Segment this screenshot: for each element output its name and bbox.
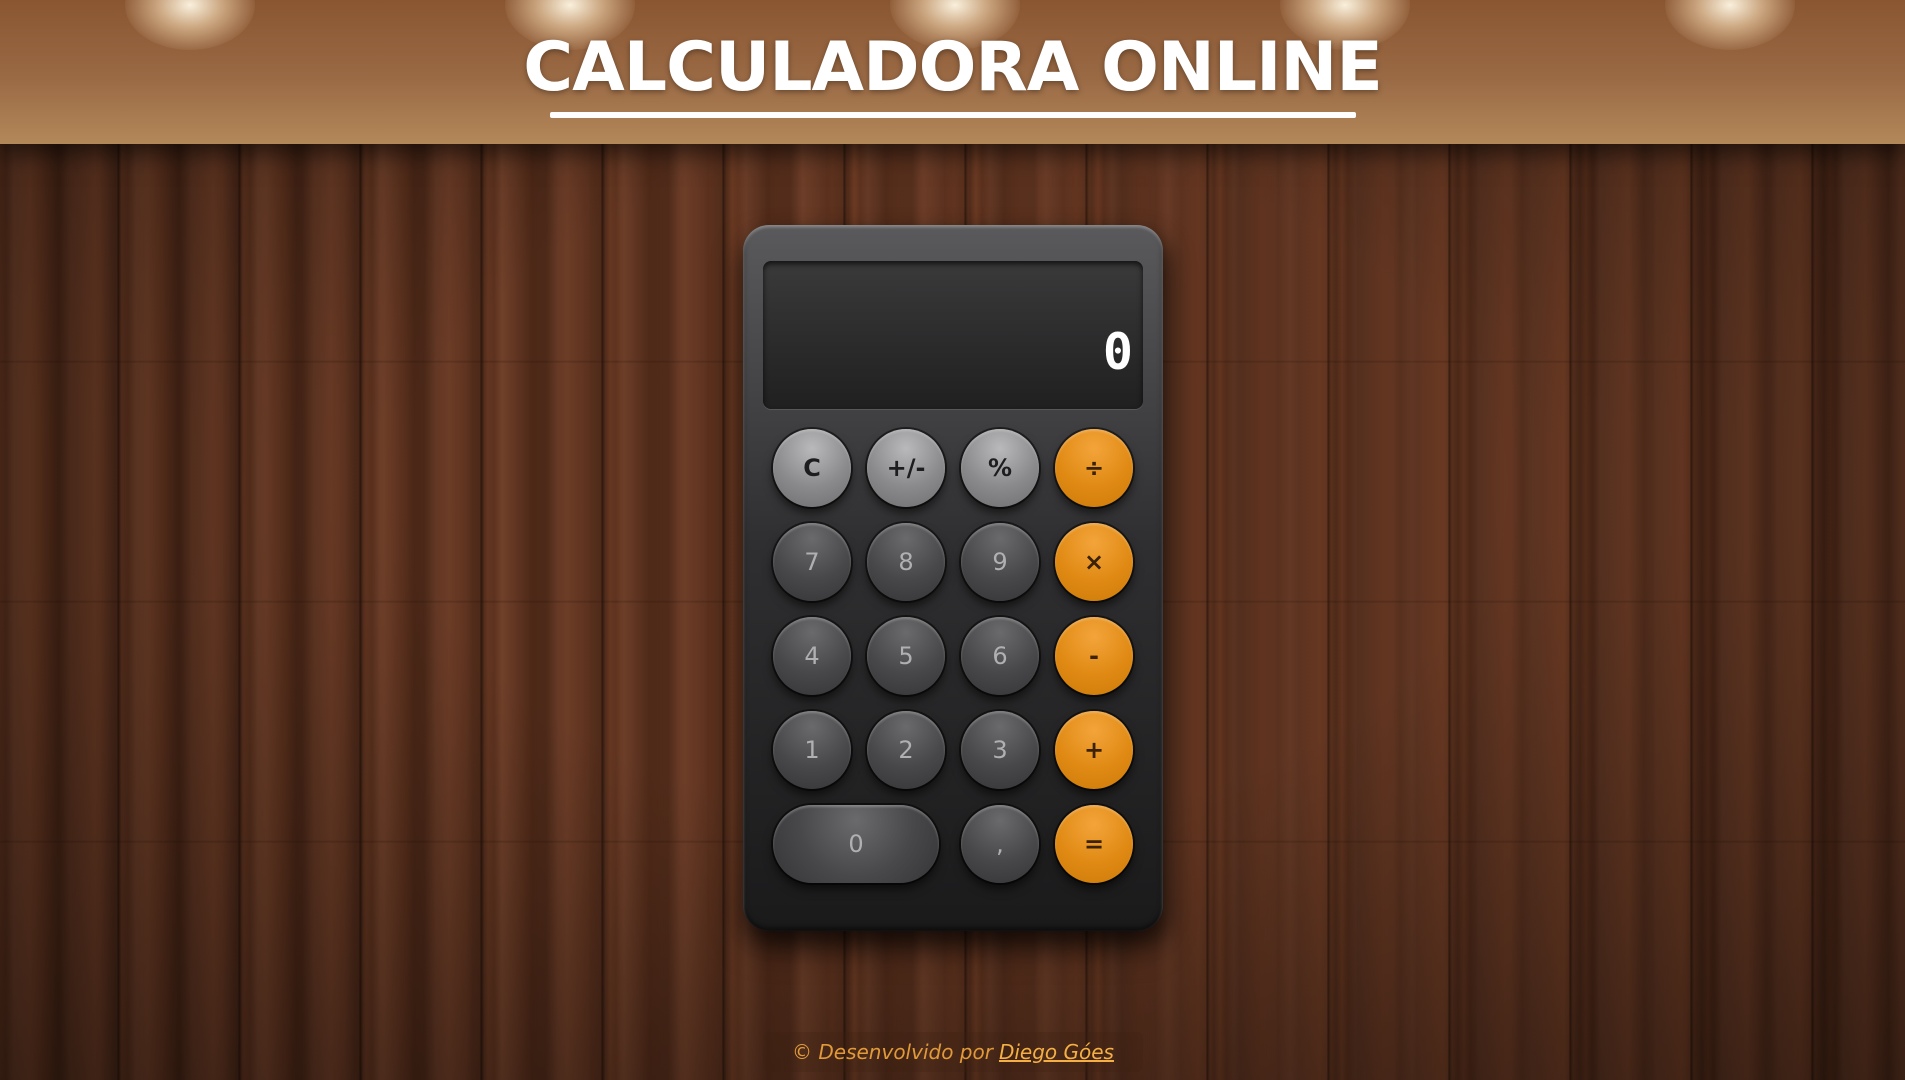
digit-0-button[interactable]: 0 xyxy=(773,805,939,883)
digit-8-button[interactable]: 8 xyxy=(867,523,945,601)
toggle-sign-button[interactable]: +/- xyxy=(867,429,945,507)
author-link[interactable]: Diego Góes xyxy=(999,1040,1114,1064)
digit-1-button[interactable]: 1 xyxy=(773,711,851,789)
divide-button[interactable]: ÷ xyxy=(1055,429,1133,507)
footer-text: © Desenvolvido por xyxy=(792,1040,993,1064)
digit-4-button[interactable]: 4 xyxy=(773,617,851,695)
digit-9-button[interactable]: 9 xyxy=(961,523,1039,601)
calculator-body: 0 C +/- % ÷ 7 8 9 × 4 5 6 - 1 2 3 + 0 , … xyxy=(743,225,1163,931)
digit-7-button[interactable]: 7 xyxy=(773,523,851,601)
clear-button[interactable]: C xyxy=(773,429,851,507)
header-banner: CALCULADORA ONLINE xyxy=(0,0,1905,144)
page-title: CALCULADORA ONLINE xyxy=(523,28,1383,107)
digit-6-button[interactable]: 6 xyxy=(961,617,1039,695)
multiply-button[interactable]: × xyxy=(1055,523,1133,601)
percent-button[interactable]: % xyxy=(961,429,1039,507)
display-value: 0 xyxy=(1102,323,1135,381)
title-underline xyxy=(550,112,1356,118)
add-button[interactable]: + xyxy=(1055,711,1133,789)
digit-3-button[interactable]: 3 xyxy=(961,711,1039,789)
decimal-button[interactable]: , xyxy=(961,805,1039,883)
calculator-display: 0 xyxy=(763,261,1143,409)
equals-button[interactable]: = xyxy=(1055,805,1133,883)
digit-5-button[interactable]: 5 xyxy=(867,617,945,695)
subtract-button[interactable]: - xyxy=(1055,617,1133,695)
footer-credit: © Desenvolvido por Diego Góes xyxy=(763,1032,1143,1072)
digit-2-button[interactable]: 2 xyxy=(867,711,945,789)
